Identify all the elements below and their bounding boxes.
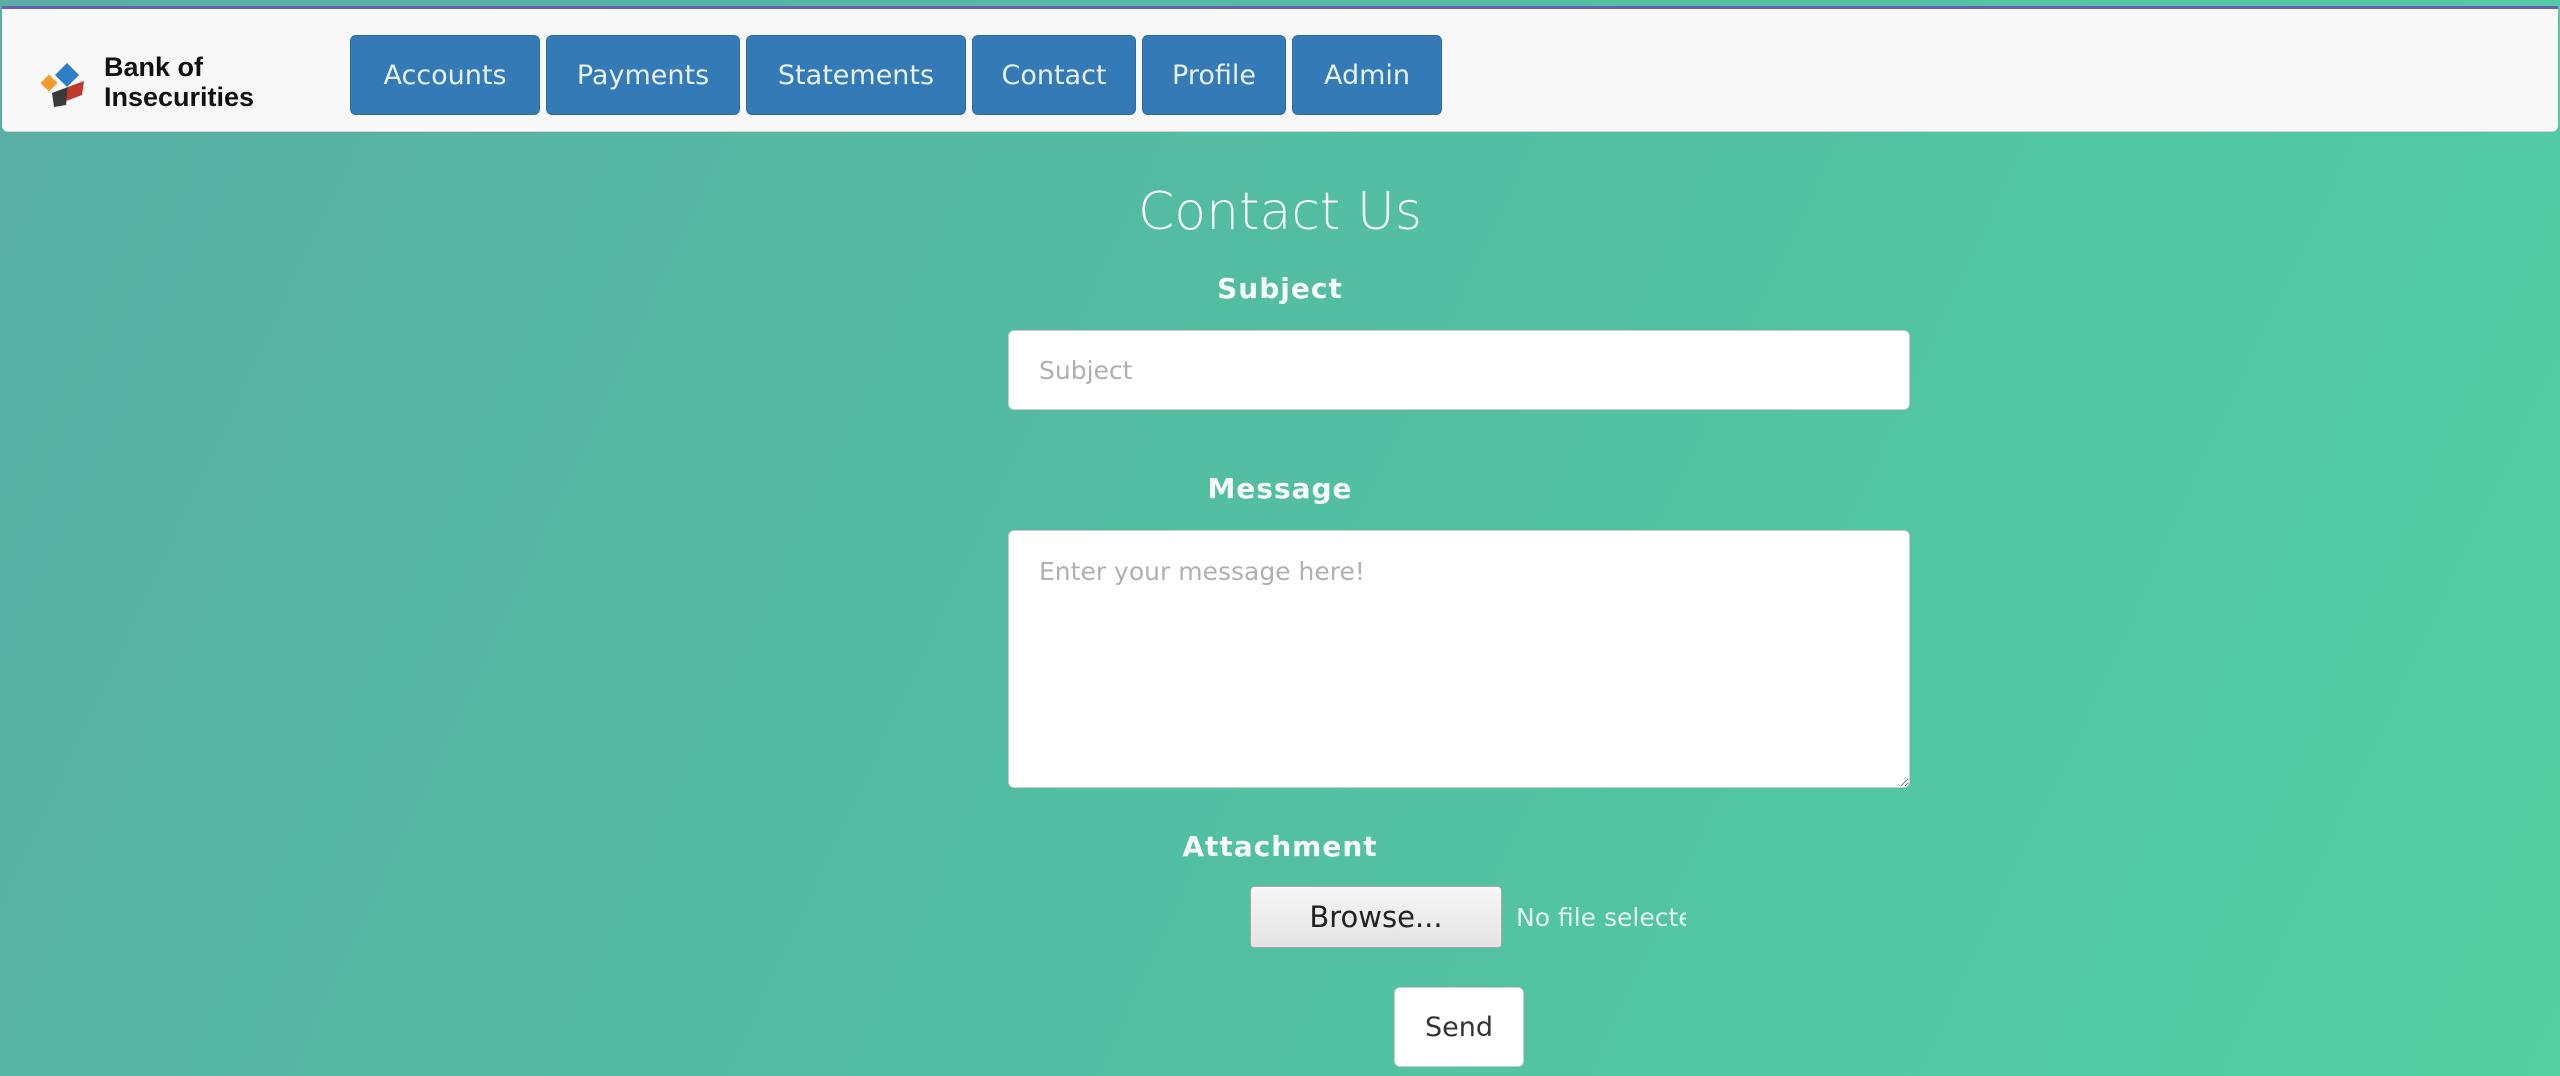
message-textarea[interactable] <box>1008 530 1910 788</box>
attachment-label: Attachment <box>1182 830 1378 863</box>
top-navbar: Bank of Insecurities Accounts Payments S… <box>2 6 2558 132</box>
nav-contact-button[interactable]: Contact <box>972 35 1136 115</box>
nav-statements-button[interactable]: Statements <box>746 35 966 115</box>
nav-payments-button[interactable]: Payments <box>546 35 740 115</box>
subject-input[interactable] <box>1008 330 1910 410</box>
send-button[interactable]: Send <box>1394 987 1524 1067</box>
nav-profile-button[interactable]: Profile <box>1142 35 1286 115</box>
file-status-text: No file selected. <box>1516 902 1686 932</box>
page-title: Contact Us <box>1138 182 1422 242</box>
subject-label: Subject <box>1217 272 1343 305</box>
brand-line-1: Bank of <box>104 52 204 82</box>
message-label: Message <box>1207 472 1353 505</box>
bank-logo-icon <box>40 63 84 107</box>
nav-admin-button[interactable]: Admin <box>1292 35 1442 115</box>
main-nav: Accounts Payments Statements Contact Pro… <box>350 35 1442 115</box>
nav-accounts-button[interactable]: Accounts <box>350 35 540 115</box>
brand-line-2: Insecurities <box>104 82 255 112</box>
file-input: Browse... No file selected. <box>1250 886 1686 948</box>
brand-name: Bank of Insecurities <box>104 52 254 112</box>
contact-form-section: Contact Us Subject Message Attachment Br… <box>0 132 2560 1076</box>
brand[interactable]: Bank of Insecurities <box>38 52 254 113</box>
browse-button[interactable]: Browse... <box>1250 886 1502 948</box>
